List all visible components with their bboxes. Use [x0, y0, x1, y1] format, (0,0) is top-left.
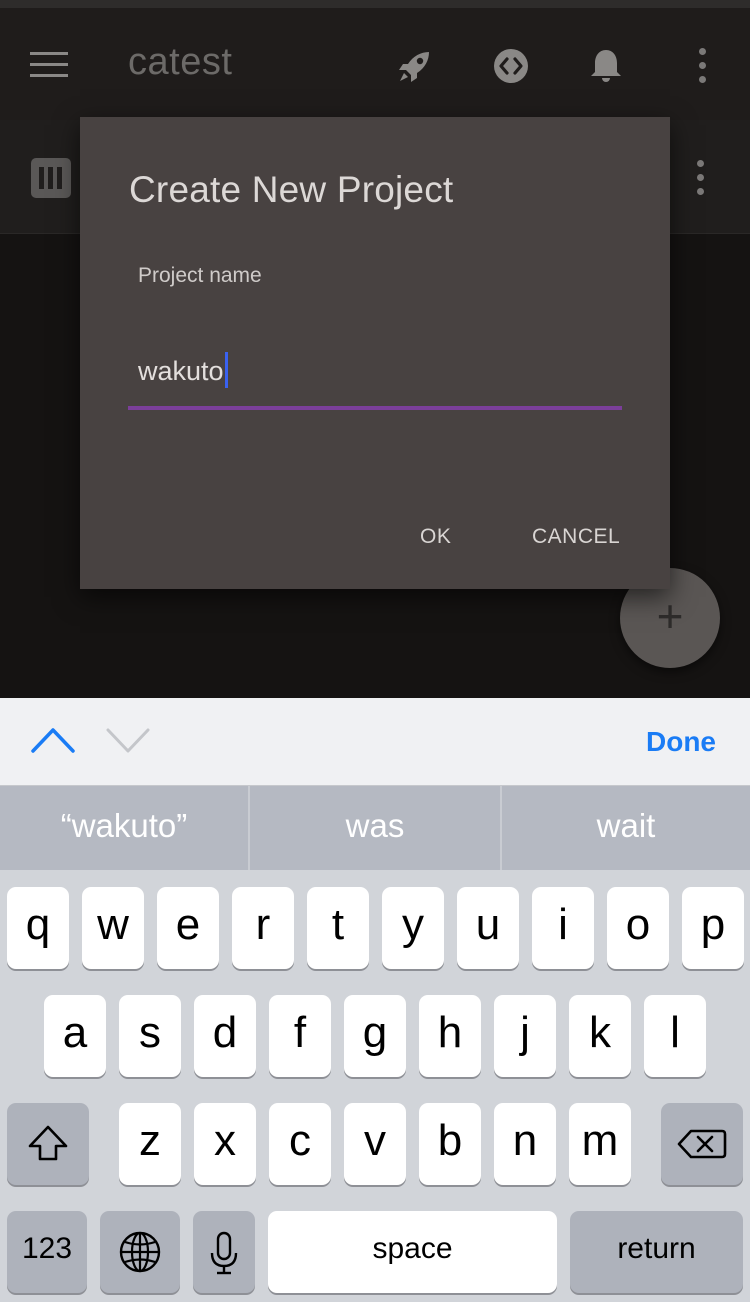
key-label: j: [520, 1008, 530, 1057]
key-a[interactable]: a: [44, 995, 106, 1077]
key-label: n: [512, 1116, 538, 1165]
key-label: m: [581, 1116, 619, 1165]
create-project-dialog: Create New Project Project name wakuto O…: [80, 117, 670, 589]
key-j[interactable]: j: [494, 995, 556, 1077]
key-label: d: [212, 1008, 238, 1057]
done-button[interactable]: Done: [646, 726, 716, 758]
return-key[interactable]: return: [570, 1211, 743, 1293]
globe-icon: [119, 1231, 161, 1273]
mic-icon: [210, 1231, 238, 1275]
keyboard: “wakuto” was wait q w e r t y u i o p a …: [0, 786, 750, 1302]
key-k[interactable]: k: [569, 995, 631, 1077]
menu-icon[interactable]: [30, 52, 68, 78]
more-vert-icon[interactable]: [696, 48, 708, 84]
status-strip: [0, 0, 750, 8]
keyboard-accessory-bar: Done: [0, 698, 750, 786]
key-label: q: [25, 900, 51, 949]
project-name-label: Project name: [138, 264, 262, 287]
key-label: r: [255, 900, 271, 949]
key-g[interactable]: g: [344, 995, 406, 1077]
key-label: o: [625, 900, 651, 949]
numbers-key[interactable]: 123: [7, 1211, 87, 1293]
key-label: v: [364, 1116, 386, 1165]
key-v[interactable]: v: [344, 1103, 406, 1185]
suggestion-2[interactable]: was: [250, 786, 500, 870]
key-b[interactable]: b: [419, 1103, 481, 1185]
key-label: g: [362, 1008, 388, 1057]
board-icon[interactable]: [31, 158, 71, 198]
key-m[interactable]: m: [569, 1103, 631, 1185]
cancel-button[interactable]: CANCEL: [532, 525, 620, 549]
key-q[interactable]: q: [7, 887, 69, 969]
key-label: a: [62, 1008, 88, 1057]
key-h[interactable]: h: [419, 995, 481, 1077]
shift-icon: [28, 1125, 68, 1161]
key-label: y: [402, 900, 424, 949]
rocket-icon[interactable]: [395, 46, 435, 86]
key-label: i: [558, 900, 568, 949]
key-n[interactable]: n: [494, 1103, 556, 1185]
key-t[interactable]: t: [307, 887, 369, 969]
project-name-input[interactable]: wakuto: [128, 330, 622, 410]
key-label: e: [175, 900, 201, 949]
key-p[interactable]: p: [682, 887, 744, 969]
key-e[interactable]: e: [157, 887, 219, 969]
shift-key[interactable]: [7, 1103, 89, 1185]
key-w[interactable]: w: [82, 887, 144, 969]
project-name-value: wakuto: [138, 356, 224, 386]
key-label: l: [670, 1008, 680, 1057]
key-l[interactable]: l: [644, 995, 706, 1077]
key-label: c: [289, 1116, 311, 1165]
key-i[interactable]: i: [532, 887, 594, 969]
code-icon[interactable]: [491, 46, 531, 86]
chevron-down-icon[interactable]: [105, 724, 151, 756]
mic-key[interactable]: [193, 1211, 255, 1293]
key-o[interactable]: o: [607, 887, 669, 969]
key-label: w: [97, 900, 129, 949]
key-label: f: [293, 1008, 307, 1057]
app-bar: catest: [0, 8, 750, 120]
key-x[interactable]: x: [194, 1103, 256, 1185]
space-key[interactable]: space: [268, 1211, 557, 1293]
key-d[interactable]: d: [194, 995, 256, 1077]
key-label: k: [589, 1008, 611, 1057]
key-label: 123: [21, 1232, 73, 1265]
delete-icon: [677, 1129, 727, 1159]
key-label: p: [700, 900, 726, 949]
key-z[interactable]: z: [119, 1103, 181, 1185]
suggestion-bar: “wakuto” was wait: [0, 786, 750, 870]
text-caret: [224, 352, 228, 388]
key-label: h: [437, 1008, 463, 1057]
chevron-up-icon[interactable]: [30, 724, 76, 756]
ok-button[interactable]: OK: [420, 525, 451, 549]
key-label: space: [372, 1232, 453, 1265]
key-label: return: [617, 1232, 696, 1265]
key-label: b: [437, 1116, 463, 1165]
globe-key[interactable]: [100, 1211, 180, 1293]
app-title: catest: [128, 41, 233, 83]
key-label: s: [139, 1008, 161, 1057]
key-c[interactable]: c: [269, 1103, 331, 1185]
dialog-title: Create New Project: [129, 169, 454, 210]
key-label: t: [331, 900, 345, 949]
delete-key[interactable]: [661, 1103, 743, 1185]
key-label: x: [214, 1116, 236, 1165]
bell-icon[interactable]: [586, 46, 626, 86]
key-f[interactable]: f: [269, 995, 331, 1077]
key-r[interactable]: r: [232, 887, 294, 969]
key-y[interactable]: y: [382, 887, 444, 969]
key-u[interactable]: u: [457, 887, 519, 969]
board-more-icon[interactable]: [694, 160, 706, 196]
suggestion-1[interactable]: “wakuto”: [0, 786, 248, 870]
key-label: u: [475, 900, 501, 949]
key-s[interactable]: s: [119, 995, 181, 1077]
key-label: z: [139, 1116, 161, 1165]
suggestion-3[interactable]: wait: [502, 786, 750, 870]
plus-icon: +: [656, 590, 684, 642]
